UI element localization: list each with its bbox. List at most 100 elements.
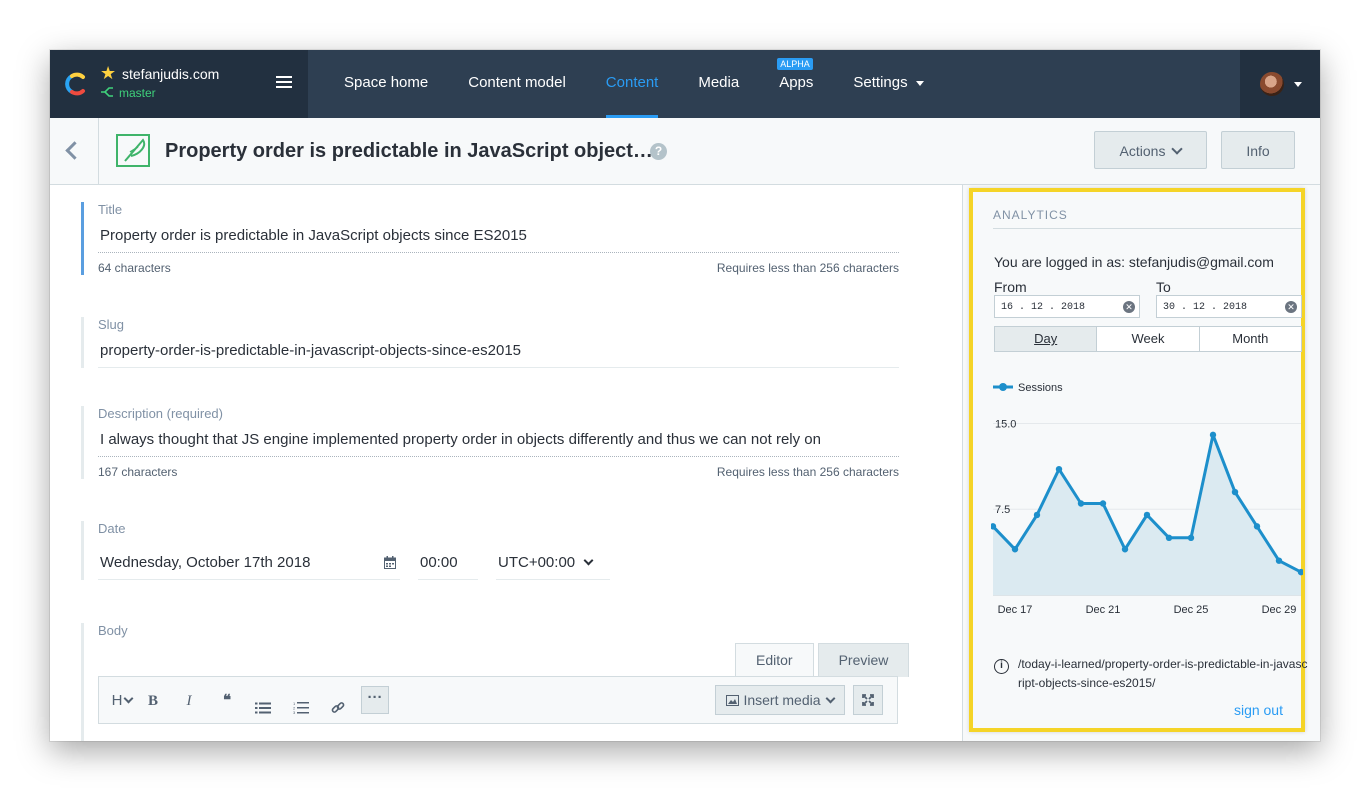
data-point [1209, 431, 1217, 439]
title-field: Title Property order is predictable in J… [81, 202, 899, 275]
image-icon [726, 695, 740, 706]
link-icon[interactable] [331, 694, 345, 722]
x-tick-label: Dec 21 [1086, 604, 1121, 616]
data-point [1121, 546, 1129, 553]
data-point [1165, 534, 1173, 542]
actions-button[interactable]: Actions [1094, 131, 1207, 169]
nav-space-home[interactable]: Space home [324, 50, 448, 118]
alpha-badge: ALPHA [777, 58, 813, 70]
range-week[interactable]: Week [1097, 327, 1200, 351]
entry-title: Property order is predictable in JavaScr… [165, 140, 653, 162]
chevron-down-icon [1171, 143, 1184, 155]
top-navigation: ★ stefanjudis.com master Space home Cont… [50, 50, 1320, 118]
data-point [1055, 465, 1063, 473]
title-input[interactable]: Property order is predictable in JavaScr… [98, 217, 899, 253]
more-options-button[interactable]: ··· [361, 686, 389, 714]
avatar [1260, 72, 1284, 96]
contentful-logo-icon [65, 72, 85, 96]
to-label: To [1156, 279, 1171, 295]
calendar-icon [384, 556, 396, 569]
description-char-count: 167 characters [98, 465, 178, 479]
body-label: Body [98, 623, 128, 638]
environment-name: master [119, 86, 156, 100]
chevron-down-icon [583, 555, 594, 566]
nav-apps[interactable]: ALPHA Apps [759, 50, 833, 118]
description-label: Description (required) [98, 406, 223, 421]
x-tick-labels: Dec 17 Dec 21 Dec 25 Dec 29 [998, 604, 1297, 616]
italic-button[interactable]: I [179, 687, 199, 715]
description-field: Description (required) I always thought … [81, 406, 899, 479]
description-input[interactable]: I always thought that JS engine implemen… [98, 421, 899, 457]
y-tick-label: 15.0 [995, 418, 1016, 430]
tab-preview[interactable]: Preview [817, 643, 910, 677]
markdown-toolbar: H B I ❝ 123 ··· Insert media [98, 676, 898, 724]
main-nav: Space home Content model Content Media A… [324, 50, 944, 118]
from-date-input[interactable]: 16 . 12 . 2018 ✕ [994, 295, 1140, 318]
bullet-list-icon[interactable] [255, 694, 271, 722]
y-tick-labels: 15.0 7.5 [995, 418, 1016, 516]
numbered-list-icon[interactable]: 123 [293, 694, 309, 722]
chart-legend: Sessions [993, 382, 1063, 394]
x-tick-label: Dec 17 [998, 604, 1033, 616]
slug-input[interactable]: property-order-is-predictable-in-javascr… [98, 332, 899, 368]
branch-icon [101, 87, 113, 97]
timezone-select[interactable]: UTC+00:00 [496, 546, 610, 580]
x-tick-label: Dec 29 [1262, 604, 1297, 616]
clear-icon[interactable]: ✕ [1123, 301, 1135, 313]
sign-out-link[interactable]: sign out [1234, 702, 1283, 718]
range-selector: Day Week Month [994, 326, 1302, 352]
account-menu[interactable] [1240, 50, 1320, 118]
title-char-count: 64 characters [98, 261, 171, 275]
insert-media-button[interactable]: Insert media [715, 685, 845, 715]
chevron-down-icon [123, 693, 134, 704]
data-point [1099, 500, 1107, 507]
quote-button[interactable]: ❝ [215, 687, 239, 715]
help-icon[interactable]: ? [650, 143, 667, 160]
to-date-input[interactable]: 30 . 12 . 2018 ✕ [1156, 295, 1302, 318]
info-icon: i [994, 659, 1009, 674]
nav-media[interactable]: Media [678, 50, 759, 118]
tab-editor[interactable]: Editor [735, 643, 814, 677]
range-month[interactable]: Month [1199, 327, 1301, 351]
bold-button[interactable]: B [143, 687, 163, 715]
space-switcher[interactable]: ★ stefanjudis.com master [50, 50, 308, 118]
clear-icon[interactable]: ✕ [1285, 301, 1297, 313]
title-char-limit: Requires less than 256 characters [716, 261, 899, 275]
menu-icon[interactable] [276, 76, 292, 90]
space-name: stefanjudis.com [122, 66, 220, 82]
nav-settings[interactable]: Settings [833, 50, 943, 118]
data-point [1077, 500, 1085, 507]
expand-icon [862, 694, 874, 706]
fullscreen-button[interactable] [853, 685, 883, 715]
back-button[interactable] [50, 118, 99, 184]
info-button[interactable]: Info [1221, 131, 1295, 169]
analytics-heading: ANALYTICS [993, 208, 1301, 229]
title-label: Title [98, 202, 123, 217]
svg-text:3: 3 [293, 710, 296, 715]
time-input[interactable]: 00:00 [418, 546, 478, 580]
data-point [1033, 511, 1041, 519]
date-label: Date [98, 521, 126, 536]
y-tick-label: 7.5 [995, 504, 1010, 516]
analytics-panel: ANALYTICS You are logged in as: stefanju… [969, 188, 1308, 732]
data-point [1253, 523, 1261, 530]
caret-down-icon [915, 80, 924, 86]
star-icon: ★ [100, 63, 117, 83]
data-point [1011, 546, 1019, 553]
slug-label: Slug [98, 317, 125, 332]
body-tabs: Editor Preview [735, 643, 910, 677]
entry-editor: Title Property order is predictable in J… [50, 185, 962, 741]
heading-button[interactable]: H [107, 687, 137, 715]
range-day[interactable]: Day [995, 327, 1098, 351]
entry-sidebar: ANALYTICS You are logged in as: stefanju… [962, 185, 1320, 741]
page-path: /today-i-learned/property-order-is-predi… [1018, 657, 1308, 690]
nav-content-model[interactable]: Content model [448, 50, 586, 118]
description-char-limit: Requires less than 256 characters [716, 465, 899, 479]
nav-content[interactable]: Content [586, 50, 679, 118]
data-point [1275, 557, 1283, 564]
entry-header: Property order is predictable in JavaScr… [50, 118, 1320, 185]
x-tick-label: Dec 25 [1174, 604, 1209, 616]
data-point [1143, 511, 1151, 519]
slug-field: Slug property-order-is-predictable-in-ja… [81, 317, 899, 368]
date-input[interactable]: Wednesday, October 17th 2018 [98, 546, 400, 580]
